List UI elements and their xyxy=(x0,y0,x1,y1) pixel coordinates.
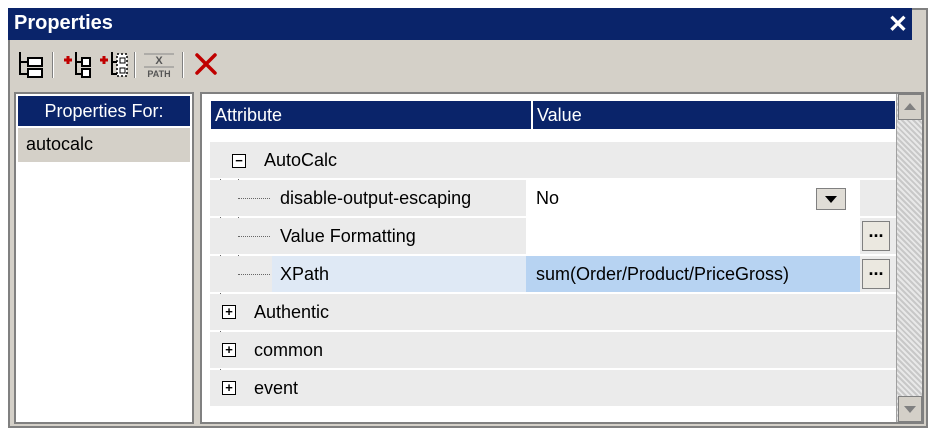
edit-value-formatting-button[interactable]: ... xyxy=(862,221,890,251)
table-row[interactable]: XPath sum(Order/Product/PriceGross) ... xyxy=(210,256,896,292)
add-child-node-icon[interactable] xyxy=(96,48,128,80)
scroll-down-button[interactable] xyxy=(898,396,922,422)
group-row-autocalc: − AutoCalc xyxy=(210,142,896,178)
chevron-down-icon xyxy=(825,196,837,203)
group-row-authentic: + Authentic xyxy=(210,294,896,330)
properties-for-header: Properties For: xyxy=(18,96,190,126)
group-label: AutoCalc xyxy=(264,150,338,170)
table-row[interactable]: disable-output-escaping No xyxy=(210,180,896,216)
xpath-icon[interactable]: X PATH xyxy=(142,48,174,80)
group-row-event: + event xyxy=(210,370,896,406)
attribute-name: XPath xyxy=(280,264,330,284)
tree-view-icon[interactable] xyxy=(14,48,46,80)
properties-for-pane: Properties For: autocalc xyxy=(14,92,194,424)
value-cell[interactable] xyxy=(526,180,860,216)
toolbar: X PATH xyxy=(8,44,912,86)
close-button[interactable]: ✕ xyxy=(888,10,908,39)
edit-xpath-button[interactable]: ... xyxy=(862,259,890,289)
attribute-name: Value Formatting xyxy=(280,226,416,246)
add-node-icon[interactable] xyxy=(60,48,92,80)
value-text: No xyxy=(536,188,560,208)
toolbar-separator xyxy=(182,52,184,78)
column-header-attribute[interactable]: Attribute xyxy=(210,100,532,130)
expand-icon[interactable]: + xyxy=(222,305,236,319)
toolbar-separator xyxy=(52,52,54,78)
tree-line xyxy=(238,236,270,237)
column-header-value[interactable]: Value xyxy=(532,100,896,130)
vertical-scrollbar[interactable] xyxy=(896,94,922,422)
dropdown-button[interactable] xyxy=(816,188,846,210)
group-row-common: + common xyxy=(210,332,896,368)
chevron-up-icon xyxy=(904,103,916,110)
collapse-icon[interactable]: − xyxy=(232,154,246,168)
expand-icon[interactable]: + xyxy=(222,343,236,357)
delete-icon[interactable] xyxy=(190,48,222,80)
attribute-grid: Attribute Value − AutoCalc disable-outpu… xyxy=(200,92,924,424)
group-label: common xyxy=(254,340,324,360)
chevron-down-icon xyxy=(904,406,916,413)
table-row[interactable]: Value Formatting ... xyxy=(210,218,896,254)
group-label: Authentic xyxy=(254,302,330,322)
tree-line xyxy=(238,198,270,199)
value-cell[interactable] xyxy=(526,218,860,254)
expand-icon[interactable]: + xyxy=(222,381,236,395)
tree-line xyxy=(238,274,270,275)
toolbar-separator xyxy=(134,52,136,78)
title-bar: Properties ✕ xyxy=(8,8,912,40)
window-title: Properties xyxy=(14,12,113,34)
group-label: event xyxy=(254,378,299,398)
attribute-name: disable-output-escaping xyxy=(280,188,472,208)
svg-text:X: X xyxy=(155,55,163,67)
svg-text:PATH: PATH xyxy=(147,69,170,79)
scroll-up-button[interactable] xyxy=(898,94,922,120)
value-text: sum(Order/Product/PriceGross) xyxy=(536,264,790,284)
element-item-autocalc[interactable]: autocalc xyxy=(18,128,190,162)
